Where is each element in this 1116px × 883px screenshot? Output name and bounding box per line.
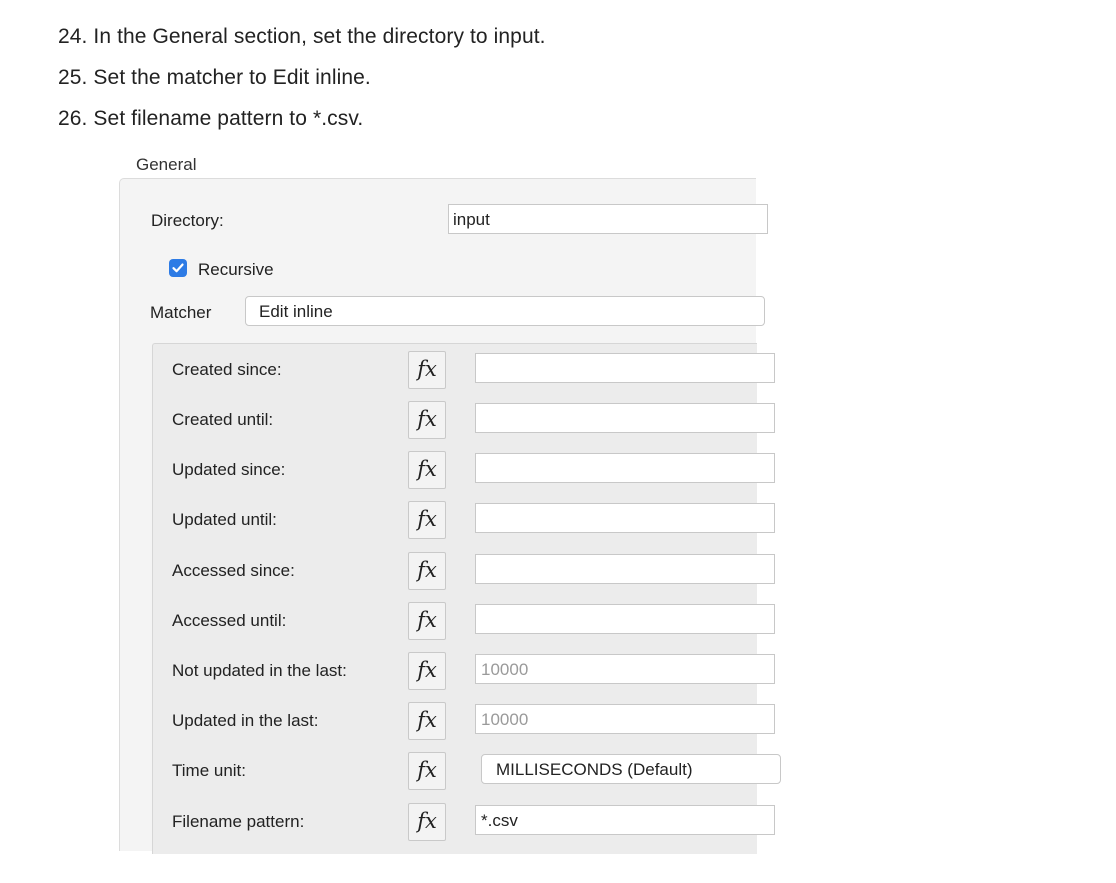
directory-input[interactable]: input <box>448 204 768 234</box>
instruction-step-25: 25. Set the matcher to Edit inline. <box>58 66 371 89</box>
matcher-select[interactable]: Edit inline <box>245 296 765 326</box>
accessed-since-label: Accessed since: <box>172 561 295 580</box>
matcher-label: Matcher <box>150 303 212 322</box>
not-updated-in-last-input[interactable]: 10000 <box>475 654 775 684</box>
filename-pattern-input[interactable]: *.csv <box>475 805 775 835</box>
accessed-until-input[interactable] <box>475 604 775 634</box>
accessed-since-input[interactable] <box>475 554 775 584</box>
created-until-input[interactable] <box>475 403 775 433</box>
filename-pattern-label: Filename pattern: <box>172 812 305 831</box>
updated-since-input[interactable] <box>475 453 775 483</box>
created-until-label: Created until: <box>172 410 274 429</box>
fx-icon[interactable]: fx <box>408 652 446 690</box>
time-unit-label: Time unit: <box>172 761 247 780</box>
checkmark-icon <box>172 263 184 273</box>
updated-in-last-input[interactable]: 10000 <box>475 704 775 734</box>
directory-label: Directory: <box>151 211 224 230</box>
instruction-list: 24. In the General section, set the dire… <box>58 16 546 139</box>
time-unit-select[interactable]: MILLISECONDS (Default) <box>481 754 781 784</box>
fx-icon[interactable]: fx <box>408 501 446 539</box>
fx-icon[interactable]: fx <box>408 351 446 389</box>
fx-icon[interactable]: fx <box>408 702 446 740</box>
accessed-until-label: Accessed until: <box>172 611 287 630</box>
created-since-label: Created since: <box>172 360 282 379</box>
created-since-input[interactable] <box>475 353 775 383</box>
fx-icon[interactable]: fx <box>408 803 446 841</box>
fx-icon[interactable]: fx <box>408 602 446 640</box>
fx-icon[interactable]: fx <box>408 451 446 489</box>
instruction-step-24: 24. In the General section, set the dire… <box>58 25 546 48</box>
updated-until-label: Updated until: <box>172 510 277 529</box>
not-updated-in-last-label: Not updated in the last: <box>172 661 347 680</box>
instruction-step-26: 26. Set filename pattern to *.csv. <box>58 107 364 130</box>
fx-icon[interactable]: fx <box>408 752 446 790</box>
fx-icon[interactable]: fx <box>408 401 446 439</box>
recursive-checkbox[interactable] <box>169 259 187 277</box>
recursive-label: Recursive <box>198 260 274 279</box>
updated-since-label: Updated since: <box>172 460 286 479</box>
updated-until-input[interactable] <box>475 503 775 533</box>
general-section-title: General <box>136 155 197 174</box>
fx-icon[interactable]: fx <box>408 552 446 590</box>
updated-in-last-label: Updated in the last: <box>172 711 319 730</box>
